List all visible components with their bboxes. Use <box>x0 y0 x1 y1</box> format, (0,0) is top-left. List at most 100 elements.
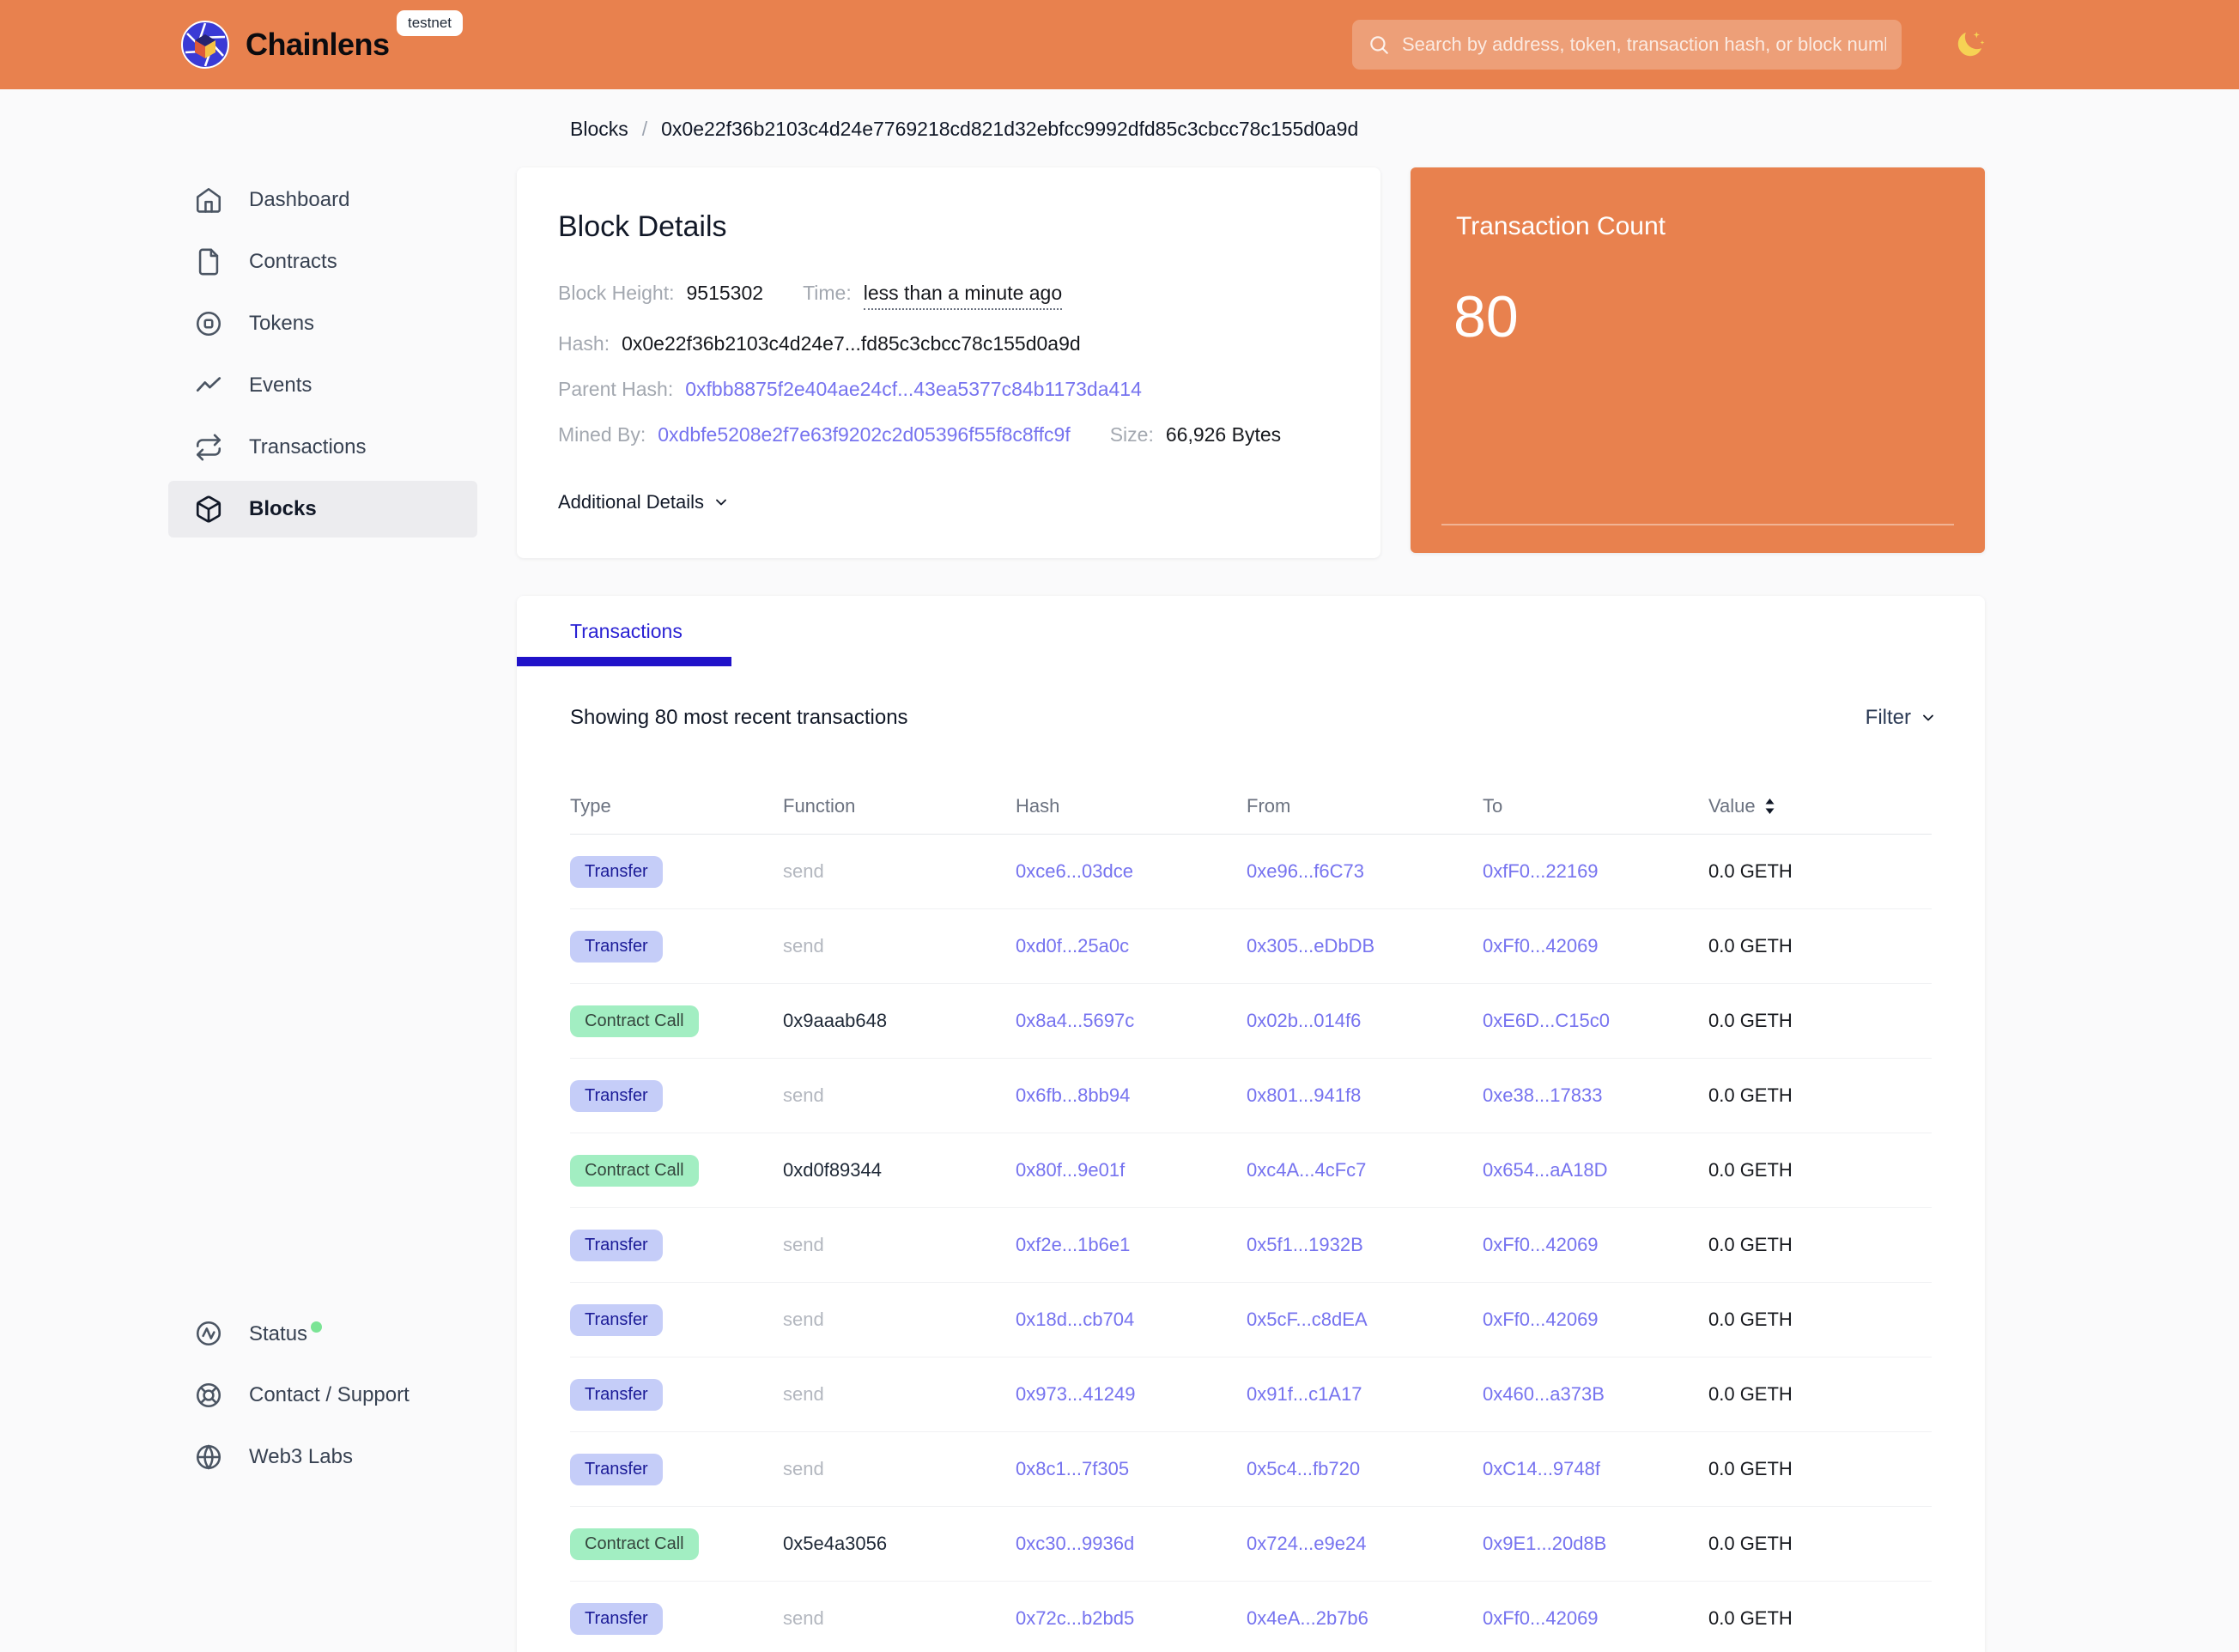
tx-from-link[interactable]: 0x5f1...1932B <box>1247 1234 1483 1256</box>
tx-hash-link[interactable]: 0x8c1...7f305 <box>1016 1458 1247 1480</box>
tx-from-link[interactable]: 0x5c4...fb720 <box>1247 1458 1483 1480</box>
sidebar-item-status[interactable]: Status <box>168 1305 477 1362</box>
breadcrumb-blocks-link[interactable]: Blocks <box>570 118 628 141</box>
brand[interactable]: Chainlens <box>180 20 390 70</box>
table-body: Transfer send 0xce6...03dce 0xe96...f6C7… <box>570 835 1932 1652</box>
tx-from-link[interactable]: 0x5cF...c8dEA <box>1247 1309 1483 1331</box>
sidebar-nav: Dashboard Contracts Tokens <box>168 172 477 543</box>
tx-hash-link[interactable]: 0xd0f...25a0c <box>1016 935 1247 957</box>
search-bar[interactable] <box>1352 20 1902 70</box>
parent-hash-link[interactable]: 0xfbb8875f2e404ae24cf...43ea5377c84b1173… <box>685 378 1142 401</box>
tx-function: 0x5e4a3056 <box>783 1533 1016 1555</box>
hash-value: 0x0e22f36b2103c4d24e7...fd85c3cbcc78c155… <box>622 332 1081 355</box>
sidebar-item-contact-support[interactable]: Contact / Support <box>168 1367 477 1424</box>
sidebar-item-dashboard[interactable]: Dashboard <box>168 172 477 228</box>
tx-to-link[interactable]: 0xFf0...42069 <box>1483 935 1708 957</box>
col-header-function: Function <box>783 795 1016 817</box>
status-icon <box>194 1319 223 1348</box>
additional-details-toggle[interactable]: Additional Details <box>558 491 730 513</box>
tx-hash-link[interactable]: 0x80f...9e01f <box>1016 1159 1247 1181</box>
tx-to-link[interactable]: 0xE6D...C15c0 <box>1483 1010 1708 1032</box>
sidebar-item-web3-labs[interactable]: Web3 Labs <box>168 1429 477 1485</box>
tx-from-link[interactable]: 0x4eA...2b7b6 <box>1247 1607 1483 1630</box>
sidebar-item-contracts[interactable]: Contracts <box>168 234 477 290</box>
block-height-label: Block Height: <box>558 282 675 305</box>
sort-icon[interactable] <box>1763 797 1777 816</box>
tx-to-link[interactable]: 0x9E1...20d8B <box>1483 1533 1708 1555</box>
additional-details-label: Additional Details <box>558 491 704 513</box>
tx-to-link[interactable]: 0xFf0...42069 <box>1483 1309 1708 1331</box>
tx-from-link[interactable]: 0xc4A...4cFc7 <box>1247 1159 1483 1181</box>
tx-function: send <box>783 935 1016 957</box>
tx-from-link[interactable]: 0xe96...f6C73 <box>1247 860 1483 883</box>
tx-hash-link[interactable]: 0x6fb...8bb94 <box>1016 1084 1247 1107</box>
mined-by-row: Mined By: 0xdbfe5208e2f7e63f9202c2d05396… <box>558 423 1339 446</box>
page: Chainlens testnet <box>0 0 2239 1652</box>
tx-function: 0x9aaab648 <box>783 1010 1016 1032</box>
chevron-down-icon <box>1920 709 1937 726</box>
transactions-table: Type Function Hash From To Value Transfe… <box>517 778 1985 1652</box>
tx-from-link[interactable]: 0x91f...c1A17 <box>1247 1383 1483 1406</box>
tx-hash-link[interactable]: 0xce6...03dce <box>1016 860 1247 883</box>
tx-to-link[interactable]: 0xC14...9748f <box>1483 1458 1708 1480</box>
status-green-dot <box>311 1321 322 1333</box>
table-row: Transfer send 0x72c...b2bd5 0x4eA...2b7b… <box>570 1582 1932 1652</box>
sidebar-item-events[interactable]: Events <box>168 357 477 414</box>
moon-icon <box>1952 27 1987 62</box>
table-row: Contract Call 0x9aaab648 0x8a4...5697c 0… <box>570 984 1932 1059</box>
table-header-row: Type Function Hash From To Value <box>570 778 1932 835</box>
tx-value: 0.0 GETH <box>1708 1159 1932 1181</box>
tx-hash-link[interactable]: 0x72c...b2bd5 <box>1016 1607 1247 1630</box>
tx-hash-link[interactable]: 0xf2e...1b6e1 <box>1016 1234 1247 1256</box>
filter-button[interactable]: Filter <box>1866 706 1937 730</box>
time-label: Time: <box>803 282 852 305</box>
tx-to-link[interactable]: 0xFf0...42069 <box>1483 1234 1708 1256</box>
sidebar-item-tokens[interactable]: Tokens <box>168 295 477 352</box>
tx-to-link[interactable]: 0xFf0...42069 <box>1483 1607 1708 1630</box>
table-row: Transfer send 0x973...41249 0x91f...c1A1… <box>570 1357 1932 1432</box>
filter-label: Filter <box>1866 706 1911 730</box>
tx-hash-link[interactable]: 0x18d...cb704 <box>1016 1309 1247 1331</box>
col-header-type: Type <box>570 795 783 817</box>
sidebar-item-transactions[interactable]: Transactions <box>168 419 477 476</box>
search-input[interactable] <box>1402 33 1886 56</box>
tx-from-link[interactable]: 0x724...e9e24 <box>1247 1533 1483 1555</box>
sidebar-item-label: Dashboard <box>249 188 349 212</box>
globe-icon <box>194 1442 223 1472</box>
tx-value: 0.0 GETH <box>1708 1084 1932 1107</box>
tx-value: 0.0 GETH <box>1708 1458 1932 1480</box>
sidebar-item-label: Contracts <box>249 250 337 274</box>
tx-from-link[interactable]: 0x801...941f8 <box>1247 1084 1483 1107</box>
tx-to-link[interactable]: 0xe38...17833 <box>1483 1084 1708 1107</box>
sidebar-item-blocks[interactable]: Blocks <box>168 481 477 538</box>
tx-to-link[interactable]: 0xfF0...22169 <box>1483 860 1708 883</box>
tx-function: send <box>783 1309 1016 1331</box>
tx-type-badge: Contract Call <box>570 1155 699 1187</box>
tx-function: send <box>783 1084 1016 1107</box>
tx-type-badge: Transfer <box>570 1379 663 1411</box>
tab-row: Transactions <box>517 596 1985 666</box>
tx-to-link[interactable]: 0x460...a373B <box>1483 1383 1708 1406</box>
mined-by-link[interactable]: 0xdbfe5208e2f7e63f9202c2d05396f55f8c8ffc… <box>658 423 1070 446</box>
tx-hash-link[interactable]: 0x8a4...5697c <box>1016 1010 1247 1032</box>
support-icon <box>194 1381 223 1410</box>
tx-to-link[interactable]: 0x654...aA18D <box>1483 1159 1708 1181</box>
brand-name: Chainlens <box>246 27 390 63</box>
block-height-row: Block Height: 9515302 Time: less than a … <box>558 282 1339 310</box>
block-details-card: Block Details Block Height: 9515302 Time… <box>517 167 1380 558</box>
sidebar-item-label: Status <box>249 1321 322 1346</box>
home-icon <box>194 185 223 215</box>
dark-mode-toggle[interactable] <box>1951 26 1988 64</box>
tx-type-badge: Transfer <box>570 1454 663 1485</box>
transactions-panel: Transactions Showing 80 most recent tran… <box>517 596 1985 1652</box>
events-icon <box>194 371 223 400</box>
tx-from-link[interactable]: 0x305...eDbDB <box>1247 935 1483 957</box>
token-icon <box>194 309 223 338</box>
tx-from-link[interactable]: 0x02b...014f6 <box>1247 1010 1483 1032</box>
table-row: Transfer send 0x8c1...7f305 0x5c4...fb72… <box>570 1432 1932 1507</box>
tab-transactions[interactable]: Transactions <box>570 620 683 643</box>
tx-value: 0.0 GETH <box>1708 1607 1932 1630</box>
sidebar-footer: Status Contact / Support Web3 Labs <box>168 1305 477 1491</box>
tx-hash-link[interactable]: 0xc30...9936d <box>1016 1533 1247 1555</box>
tx-hash-link[interactable]: 0x973...41249 <box>1016 1383 1247 1406</box>
